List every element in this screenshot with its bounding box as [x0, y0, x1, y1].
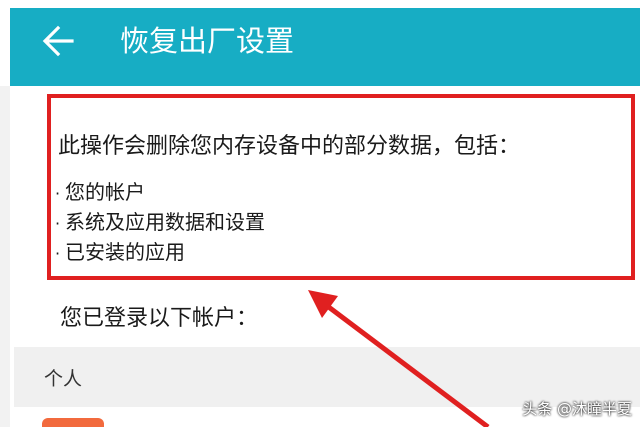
left-edge [0, 86, 10, 427]
top-strip [0, 0, 640, 8]
watermark: 头条 @沐瞳半夏 [522, 400, 632, 418]
account-avatar[interactable] [42, 418, 104, 427]
highlight-annotation-box [47, 94, 635, 280]
section-header-label: 个人 [44, 368, 83, 390]
annotation-arrow-head [308, 290, 338, 318]
page-title: 恢复出厂设置 [120, 24, 295, 58]
back-button[interactable] [36, 18, 82, 64]
screen: 恢复出厂设置 此操作会删除您内存设备中的部分数据，包括： · 您的帐户 · 系统及应… [0, 0, 640, 427]
back-arrow-icon [42, 25, 74, 57]
app-bar [10, 8, 640, 86]
accounts-label: 您已登录以下帐户： [60, 306, 259, 331]
